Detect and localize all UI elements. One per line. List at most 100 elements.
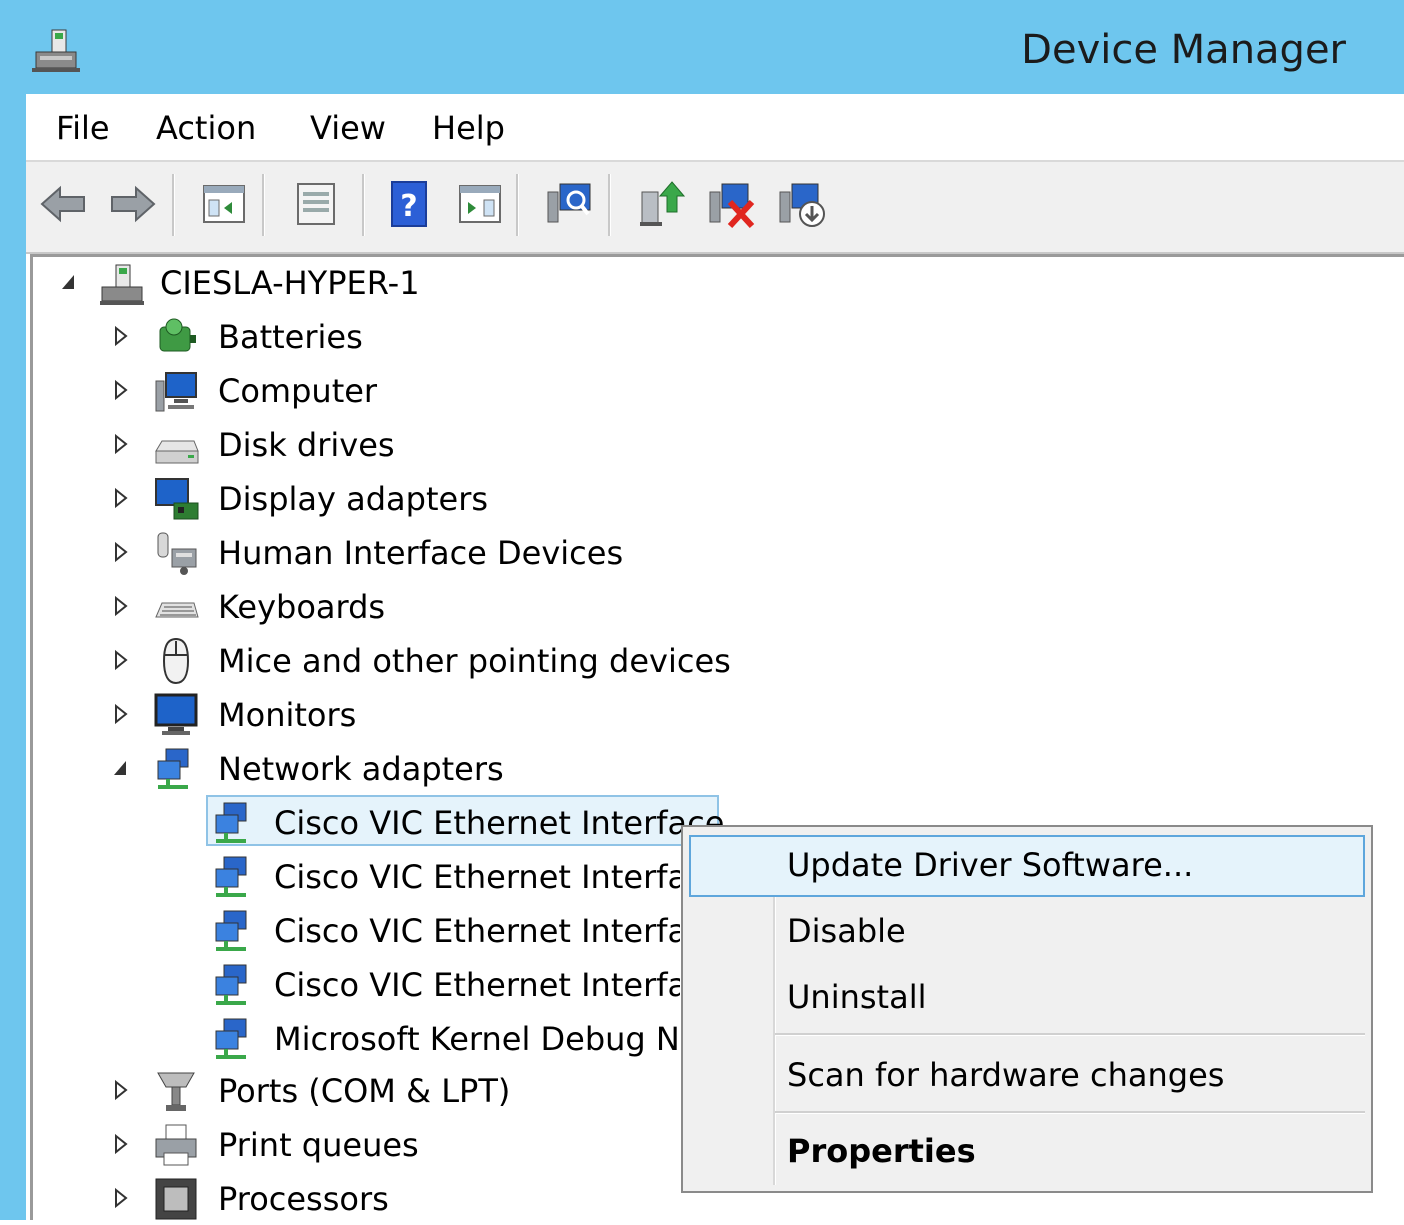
tree-item-network-adapters[interactable]: Network adapters <box>110 743 710 795</box>
network-adapter-icon <box>215 856 247 897</box>
tree-item-monitors[interactable]: Monitors <box>110 689 710 741</box>
tree-item-human-interface-devices[interactable]: Human Interface Devices <box>110 527 730 579</box>
tree-item-network-child[interactable]: Microsoft Kernel Debug Network Adapter <box>210 1013 680 1065</box>
collapse-arrow-icon[interactable] <box>110 755 132 781</box>
tree-item-disk-drives[interactable]: Disk drives <box>110 419 710 471</box>
network-adapter-icon <box>215 1018 247 1059</box>
update-driver-icon[interactable] <box>636 178 688 230</box>
tree-item-label: Display adapters <box>218 480 489 518</box>
menu-action[interactable]: Action <box>156 108 256 148</box>
expand-arrow-icon[interactable] <box>110 1131 132 1157</box>
menu-item-update-driver[interactable]: Update Driver Software... <box>689 835 1365 897</box>
tree-item-label: Cisco VIC Ethernet Interface <box>274 912 680 950</box>
tree-item-label: Processors <box>218 1180 389 1218</box>
disable-device-icon[interactable] <box>776 178 828 230</box>
scan-hardware-icon[interactable] <box>544 178 596 230</box>
collapse-arrow-icon[interactable] <box>58 269 80 295</box>
context-menu: Update Driver Software... Disable Uninst… <box>681 825 1373 1193</box>
tree-item-label: Disk drives <box>218 426 395 464</box>
tree-item-label: Monitors <box>218 696 357 734</box>
menu-item-label: Uninstall <box>787 978 927 1016</box>
menu-item-label: Disable <box>787 912 906 950</box>
tree-item-network-child[interactable]: Cisco VIC Ethernet Interface <box>210 851 680 903</box>
expand-arrow-icon[interactable] <box>110 377 132 403</box>
toolbar-separator <box>172 174 175 236</box>
disk-drive-icon <box>155 440 199 464</box>
expand-arrow-icon[interactable] <box>110 323 132 349</box>
tree-item-processors[interactable]: Processors <box>110 1173 670 1225</box>
menu-file[interactable]: File <box>56 108 110 148</box>
toolbar-separator <box>516 174 519 236</box>
computer-root-icon <box>100 264 144 305</box>
battery-icon <box>159 318 196 352</box>
tree-item-label: Cisco VIC Ethernet Interface <box>274 804 725 842</box>
window-title: Device Manager <box>1021 27 1346 73</box>
expand-arrow-icon[interactable] <box>110 593 132 619</box>
forward-icon[interactable] <box>106 178 158 230</box>
network-adapter-icon <box>215 802 247 843</box>
tree-item-network-child[interactable]: Cisco VIC Ethernet Interface <box>210 959 680 1011</box>
tree-item-ports[interactable]: Ports (COM & LPT) <box>110 1065 670 1117</box>
tree-item-label: Cisco VIC Ethernet Interface <box>274 966 680 1004</box>
tree-item-label: Mice and other pointing devices <box>218 642 731 680</box>
toolbar-separator <box>608 174 611 236</box>
tree-item-label: Cisco VIC Ethernet Interface <box>274 858 680 896</box>
properties-icon[interactable] <box>290 178 342 230</box>
processor-icon <box>155 1178 197 1220</box>
menu-view[interactable]: View <box>310 108 386 148</box>
expand-arrow-icon[interactable] <box>110 1185 132 1211</box>
expand-arrow-icon[interactable] <box>110 1077 132 1103</box>
menu-bar: File Action View Help <box>26 94 1404 162</box>
svg-text:?: ? <box>400 189 417 224</box>
tree-item-batteries[interactable]: Batteries <box>110 311 710 363</box>
menu-separator <box>775 1111 1365 1114</box>
expand-arrow-icon[interactable] <box>110 647 132 673</box>
window-frame-left <box>0 94 26 1220</box>
menu-item-scan-hardware[interactable]: Scan for hardware changes <box>689 1045 1365 1107</box>
toolbar: ? <box>26 162 1404 254</box>
tree-item-label: Ports (COM & LPT) <box>218 1072 511 1110</box>
tree-item-label: Keyboards <box>218 588 386 626</box>
tree-item-label: Human Interface Devices <box>218 534 624 572</box>
expand-arrow-icon[interactable] <box>110 701 132 727</box>
mouse-icon <box>162 637 190 685</box>
tree-item-network-child[interactable]: Cisco VIC Ethernet Interface <box>210 905 680 957</box>
menu-separator <box>775 1033 1365 1036</box>
tree-item-computer[interactable]: Computer <box>110 365 710 417</box>
keyboard-icon <box>155 602 199 618</box>
expand-arrow-icon[interactable] <box>110 485 132 511</box>
device-manager-icon[interactable] <box>30 22 82 74</box>
tree-item-keyboards[interactable]: Keyboards <box>110 581 710 633</box>
toolbar-separator <box>262 174 265 236</box>
expand-arrow-icon[interactable] <box>110 539 132 565</box>
tree-root[interactable]: CIESLA-HYPER-1 <box>54 257 554 309</box>
menu-item-label: Properties <box>787 1132 976 1170</box>
menu-item-disable[interactable]: Disable <box>689 901 1365 963</box>
tree-item-display-adapters[interactable]: Display adapters <box>110 473 710 525</box>
computer-icon <box>155 372 197 412</box>
network-adapter-icon <box>157 748 189 789</box>
tree-item-label: Network adapters <box>218 750 504 788</box>
show-action-pane-icon[interactable] <box>454 178 506 230</box>
help-icon[interactable]: ? <box>384 178 436 230</box>
tree-item-label: Batteries <box>218 318 363 356</box>
expand-arrow-icon[interactable] <box>110 431 132 457</box>
tree-item-label: Print queues <box>218 1126 419 1164</box>
display-adapter-icon <box>155 478 199 520</box>
uninstall-device-icon[interactable] <box>706 178 758 230</box>
menu-item-label: Scan for hardware changes <box>787 1056 1225 1094</box>
back-icon[interactable] <box>38 178 90 230</box>
show-hide-console-tree-icon[interactable] <box>198 178 250 230</box>
title-bar: Device Manager <box>0 0 1404 94</box>
tree-root-label: CIESLA-HYPER-1 <box>160 264 420 302</box>
tree-item-print-queues[interactable]: Print queues <box>110 1119 670 1171</box>
menu-item-uninstall[interactable]: Uninstall <box>689 967 1365 1029</box>
tree-item-mice[interactable]: Mice and other pointing devices <box>110 635 790 687</box>
network-adapter-icon <box>215 910 247 951</box>
menu-help[interactable]: Help <box>432 108 505 148</box>
menu-item-label: Update Driver Software... <box>787 846 1194 884</box>
tree-item-label: Microsoft Kernel Debug Network Adapter <box>274 1020 680 1058</box>
hid-icon <box>157 532 197 575</box>
menu-item-properties[interactable]: Properties <box>689 1121 1365 1183</box>
printer-icon <box>155 1124 197 1166</box>
